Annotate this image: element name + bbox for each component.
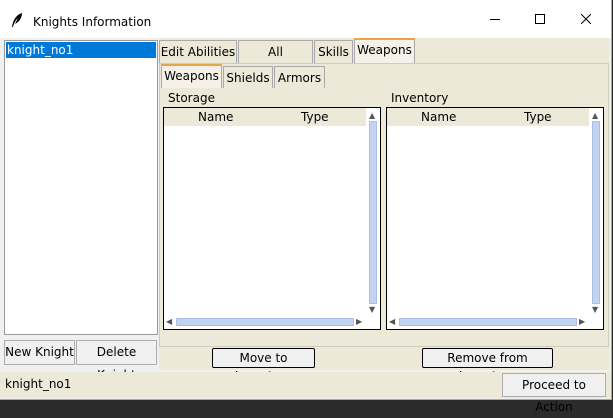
subtab-armors[interactable]: Armors bbox=[274, 66, 325, 88]
scroll-left-icon[interactable]: ◀ bbox=[166, 317, 172, 327]
maximize-icon bbox=[535, 14, 545, 24]
subtab-weapons[interactable]: Weapons bbox=[161, 64, 222, 88]
new-knight-button[interactable]: New Knight bbox=[4, 340, 75, 365]
storage-horizontal-scrollbar[interactable]: ◀ ▶ bbox=[164, 316, 366, 328]
subtab-shields[interactable]: Shields bbox=[223, 66, 273, 88]
knight-listbox[interactable]: knight_no1 bbox=[4, 40, 158, 335]
delete-knight-button[interactable]: Delete Knight bbox=[76, 340, 157, 382]
storage-vertical-scrollbar[interactable]: ▲ ▼ bbox=[366, 108, 380, 316]
storage-col-name[interactable]: Name bbox=[198, 108, 233, 126]
minimize-icon bbox=[490, 19, 500, 20]
scroll-down-icon[interactable]: ▼ bbox=[592, 305, 598, 315]
scroll-right-icon[interactable]: ▶ bbox=[356, 317, 362, 327]
storage-col-type[interactable]: Type bbox=[301, 108, 329, 126]
scroll-down-icon[interactable]: ▼ bbox=[369, 305, 375, 315]
knight-list-item[interactable]: knight_no1 bbox=[6, 42, 156, 58]
inventory-vertical-scrollbar[interactable]: ▲ ▼ bbox=[589, 108, 603, 316]
scroll-left-icon[interactable]: ◀ bbox=[389, 317, 395, 327]
maximize-button[interactable] bbox=[517, 0, 563, 38]
window-title: Knights Information bbox=[33, 15, 152, 29]
scroll-up-icon[interactable]: ▲ bbox=[369, 111, 375, 121]
inventory-vscroll-thumb[interactable] bbox=[592, 121, 600, 304]
proceed-to-action-button[interactable]: Proceed to Action bbox=[502, 373, 606, 414]
inventory-col-type[interactable]: Type bbox=[524, 108, 552, 126]
inventory-table[interactable]: Name Type ▲ ▼ ◀ ▶ bbox=[386, 107, 604, 330]
selected-knight-label: knight_no1 bbox=[5, 377, 72, 391]
tab-weapons[interactable]: Weapons bbox=[354, 38, 415, 64]
inventory-label: Inventory bbox=[391, 91, 449, 105]
storage-vscroll-thumb[interactable] bbox=[369, 121, 377, 304]
close-icon bbox=[581, 14, 591, 24]
storage-table[interactable]: Name Type ▲ ▼ ◀ ▶ bbox=[163, 107, 381, 330]
storage-label: Storage bbox=[168, 91, 215, 105]
storage-hscroll-thumb[interactable] bbox=[176, 318, 354, 326]
tab-skills[interactable]: Skills bbox=[314, 40, 353, 64]
tab-all-statistics[interactable]: All Statistics bbox=[238, 40, 313, 81]
knights-window: Knights Information knight_no1 New Knigh… bbox=[0, 0, 612, 414]
move-to-inventory-button[interactable]: Move to Inventory bbox=[212, 348, 315, 383]
inventory-hscroll-thumb[interactable] bbox=[399, 318, 577, 326]
inventory-horizontal-scrollbar[interactable]: ◀ ▶ bbox=[387, 316, 589, 328]
close-button[interactable] bbox=[563, 0, 609, 38]
inventory-table-header: Name Type bbox=[387, 108, 589, 126]
minimize-button[interactable] bbox=[472, 0, 518, 38]
storage-table-header: Name Type bbox=[164, 108, 366, 126]
scroll-up-icon[interactable]: ▲ bbox=[592, 111, 598, 121]
remove-from-inventory-button[interactable]: Remove from Inventory bbox=[422, 348, 553, 383]
title-bar[interactable]: Knights Information bbox=[0, 0, 611, 38]
inventory-col-name[interactable]: Name bbox=[421, 108, 456, 126]
feather-icon bbox=[12, 13, 22, 27]
tab-edit-abilities[interactable]: Edit Abilities bbox=[159, 40, 237, 64]
scroll-right-icon[interactable]: ▶ bbox=[579, 317, 585, 327]
